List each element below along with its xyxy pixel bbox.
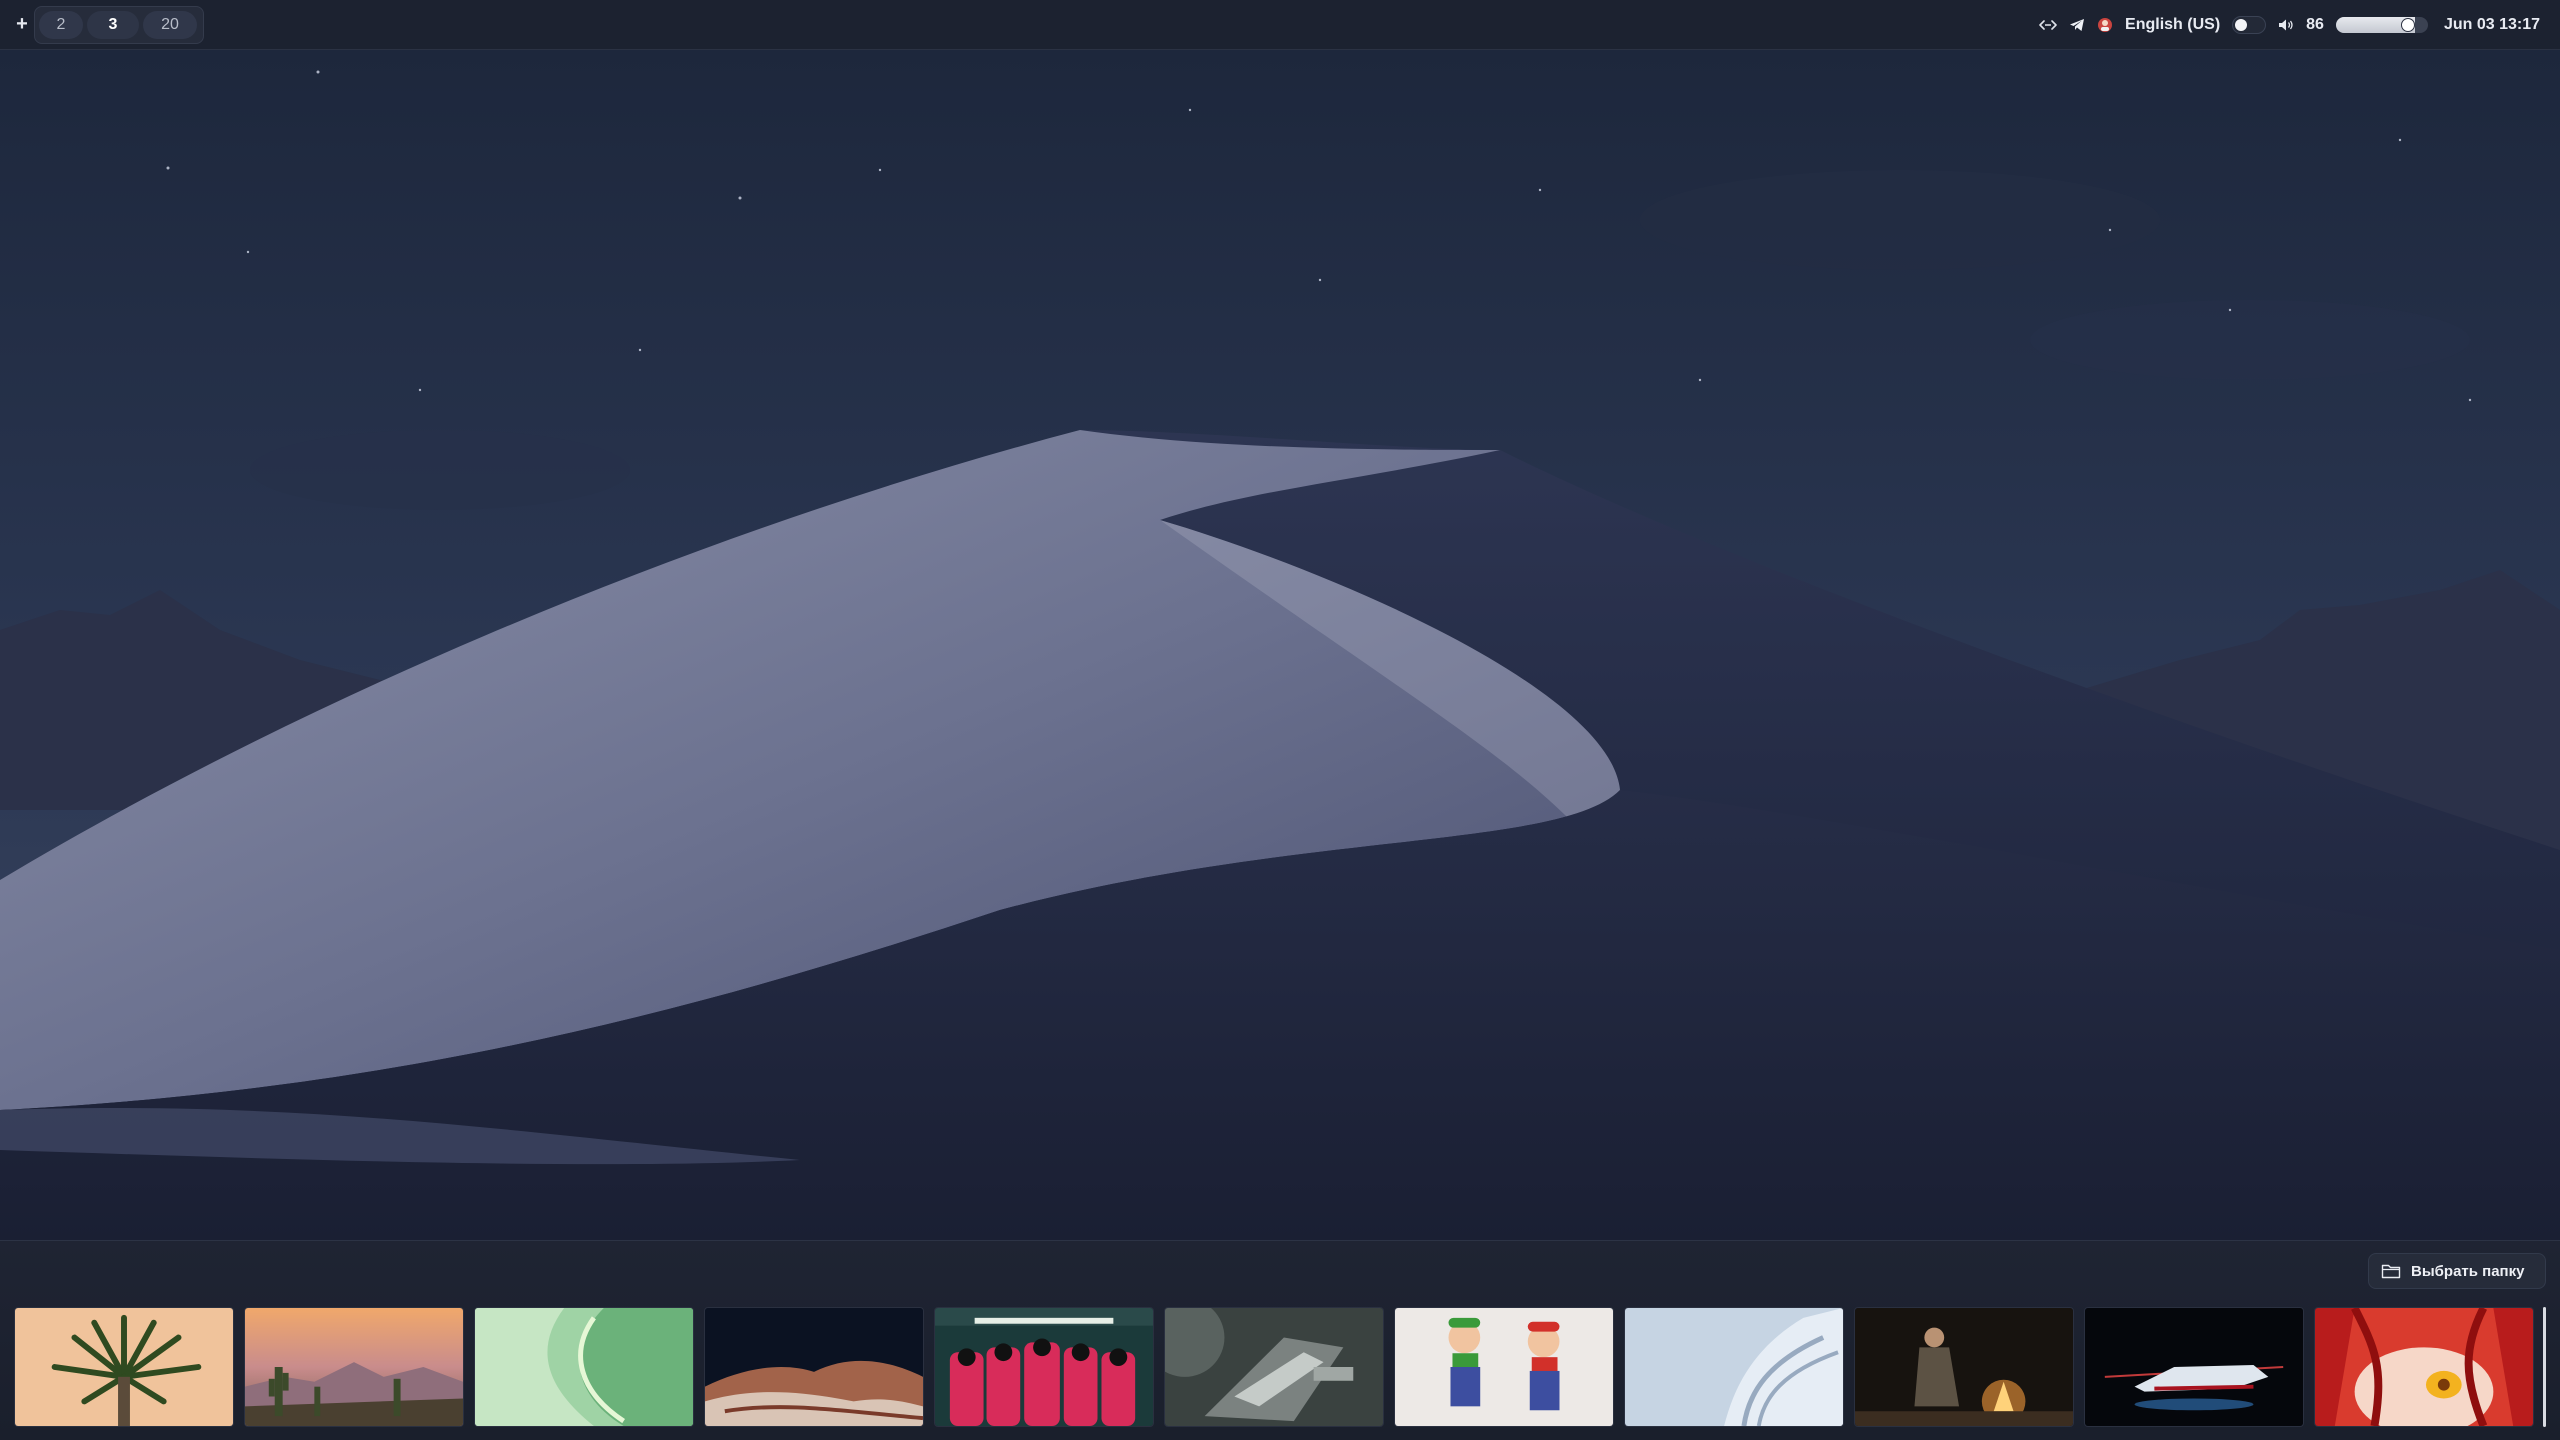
wallpaper-picker: Выбрать папку [0,1240,2560,1440]
wallpaper-thumbnail-strip [14,1307,2554,1427]
workspace-switcher: 2 3 20 [34,6,204,44]
workspace-button-3[interactable]: 3 [87,11,139,39]
network-arrows-icon[interactable] [2039,18,2057,32]
desert-cactus-sunset-wallpaper[interactable] [244,1307,464,1427]
campfire-night-wallpaper[interactable] [1854,1307,2074,1427]
volume-slider[interactable] [2335,17,2428,33]
top-bar: + 2 3 20 English (US) 86 Jun 03 13:17 [0,0,2560,50]
choose-folder-label: Выбрать папку [2411,1262,2525,1280]
volume-value: 86 [2306,16,2324,33]
volume-slider-thumb[interactable] [2400,18,2415,32]
toggle-switch[interactable] [2232,16,2267,34]
anime-red-hair-wallpaper[interactable] [2314,1307,2534,1427]
desktop: + 2 3 20 English (US) 86 Jun 03 13:17 Вы… [0,0,2560,1440]
toggle-knob [2235,19,2248,31]
clock[interactable]: Jun 03 13:17 [2444,16,2540,34]
workspace-button-2[interactable]: 2 [39,11,83,39]
telegram-icon[interactable] [2069,18,2085,32]
mario-luigi-wallpaper[interactable] [1394,1307,1614,1427]
hover-vehicle-night-wallpaper[interactable] [2084,1307,2304,1427]
app-tray-icon[interactable] [2097,17,2113,33]
choose-folder-button[interactable]: Выбрать папку [2368,1253,2546,1289]
keyboard-layout-label[interactable]: English (US) [2125,16,2220,34]
white-abstract-wave-wallpaper[interactable] [1624,1307,1844,1427]
canyon-rock-night-wallpaper[interactable] [704,1307,924,1427]
add-workspace-button[interactable]: + [10,12,34,36]
workspace-button-20[interactable]: 20 [143,11,197,39]
palm-tree-wallpaper[interactable] [14,1307,234,1427]
system-tray: English (US) 86 Jun 03 13:17 [2039,0,2540,50]
desert-dune-night-wallpaper [0,50,2560,1240]
thumbnail-scroll-indicator[interactable] [2543,1307,2546,1427]
folder-icon [2381,1264,2401,1279]
volume-icon[interactable] [2278,18,2294,32]
squid-game-guards-wallpaper[interactable] [934,1307,1154,1427]
green-abstract-wallpaper[interactable] [474,1307,694,1427]
spaceship-wallpaper[interactable] [1164,1307,1384,1427]
